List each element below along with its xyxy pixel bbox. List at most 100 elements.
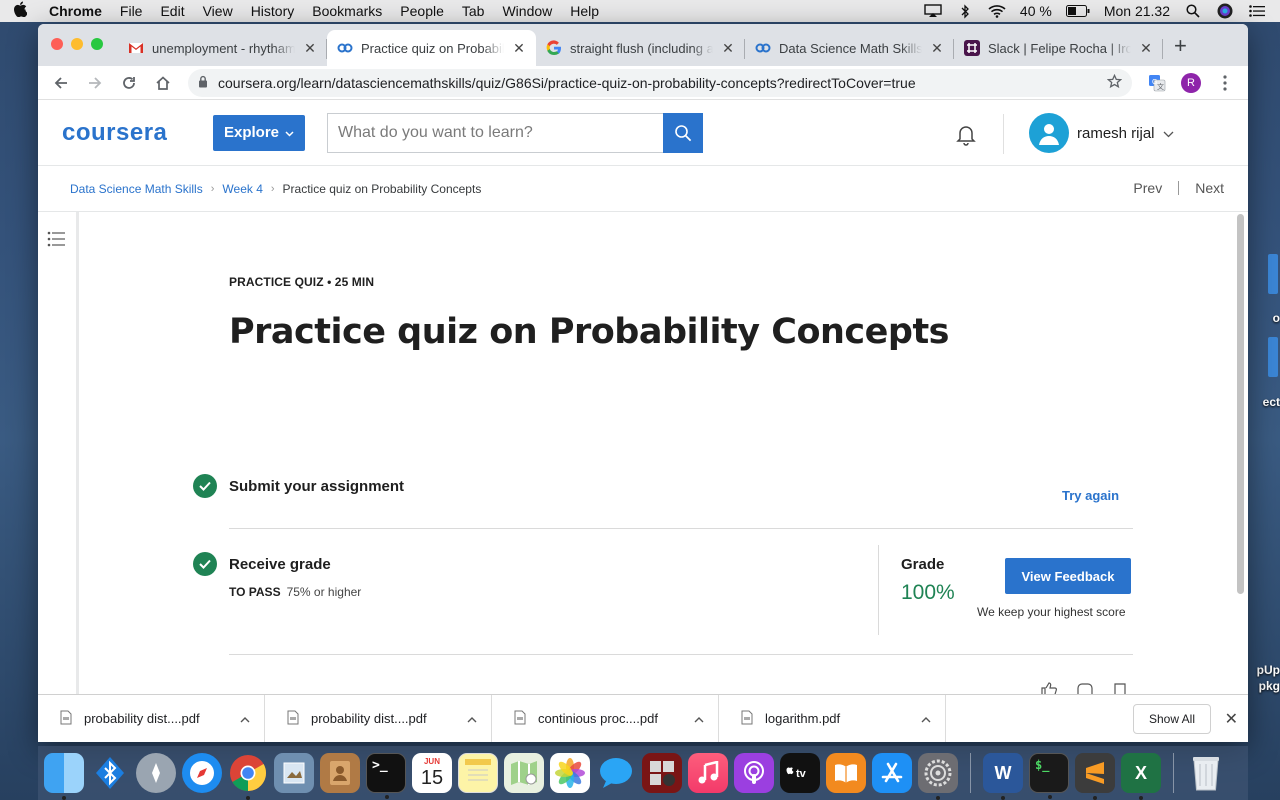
close-tab-icon[interactable]: ✕ bbox=[512, 40, 526, 57]
close-shelf-icon[interactable]: ✕ bbox=[1225, 709, 1238, 729]
back-button[interactable] bbox=[46, 69, 76, 97]
trash-icon[interactable] bbox=[1186, 753, 1226, 793]
breadcrumb-course[interactable]: Data Science Math Skills bbox=[70, 182, 203, 196]
close-tab-icon[interactable]: ✕ bbox=[1139, 40, 1153, 57]
calendar-icon[interactable]: JUN 15 bbox=[412, 753, 452, 793]
chevron-up-icon[interactable] bbox=[694, 712, 704, 726]
tab-slack[interactable]: Slack | Felipe Rocha | Iron ✕ bbox=[954, 30, 1163, 66]
maps-icon[interactable] bbox=[504, 753, 544, 793]
books-icon[interactable] bbox=[826, 753, 866, 793]
apple-menu-icon[interactable] bbox=[0, 1, 40, 21]
word-icon[interactable]: W bbox=[983, 753, 1023, 800]
chevron-up-icon[interactable] bbox=[921, 712, 931, 726]
close-tab-icon[interactable]: ✕ bbox=[930, 40, 944, 57]
photo-booth-icon[interactable] bbox=[642, 753, 682, 793]
chevron-up-icon[interactable] bbox=[240, 712, 250, 726]
download-item[interactable]: probability dist....pdf bbox=[38, 694, 265, 742]
tab-gmail[interactable]: unemployment - rhythami ✕ bbox=[118, 30, 327, 66]
minimize-window-button[interactable] bbox=[71, 38, 83, 50]
chrome-window: unemployment - rhythami ✕ Practice quiz … bbox=[38, 24, 1248, 742]
menu-people[interactable]: People bbox=[391, 3, 453, 19]
explore-button[interactable]: Explore bbox=[213, 114, 305, 151]
tab-google-search[interactable]: straight flush (including a ✕ bbox=[536, 30, 745, 66]
fullscreen-window-button[interactable] bbox=[91, 38, 103, 50]
breadcrumb-week[interactable]: Week 4 bbox=[222, 182, 262, 196]
tab-data-science-math[interactable]: Data Science Math Skills ✕ bbox=[745, 30, 954, 66]
notes-icon[interactable] bbox=[458, 753, 498, 793]
close-tab-icon[interactable]: ✕ bbox=[303, 40, 317, 57]
next-link[interactable]: Next bbox=[1195, 180, 1224, 196]
photos-icon[interactable] bbox=[550, 753, 590, 793]
coursera-logo[interactable]: coursera bbox=[62, 119, 213, 147]
terminal-app-icon[interactable]: $_ bbox=[1029, 753, 1069, 799]
bluetooth-app-icon[interactable] bbox=[90, 753, 130, 793]
chevron-up-icon[interactable] bbox=[467, 712, 477, 726]
music-icon[interactable] bbox=[688, 753, 728, 793]
pdf-file-icon bbox=[60, 710, 72, 728]
close-tab-icon[interactable]: ✕ bbox=[721, 40, 735, 57]
messages-icon[interactable] bbox=[596, 753, 636, 793]
table-of-contents-icon[interactable] bbox=[47, 230, 65, 253]
show-all-downloads-button[interactable]: Show All bbox=[1133, 704, 1211, 734]
app-store-icon[interactable] bbox=[872, 753, 912, 793]
menu-app-name[interactable]: Chrome bbox=[40, 3, 111, 19]
preview-app-icon[interactable] bbox=[274, 753, 314, 793]
bookmark-star-icon[interactable] bbox=[1106, 73, 1123, 92]
desktop-file-icon[interactable] bbox=[1268, 254, 1278, 294]
desktop-file-icon[interactable] bbox=[1268, 337, 1278, 377]
notification-center-icon[interactable] bbox=[1248, 4, 1266, 18]
profile-avatar[interactable]: R bbox=[1176, 69, 1206, 97]
terminal-icon[interactable]: >_ bbox=[366, 753, 406, 799]
tab-practice-quiz[interactable]: Practice quiz on Probabili ✕ bbox=[327, 30, 536, 66]
siri-icon[interactable] bbox=[1216, 3, 1234, 19]
download-item[interactable]: probability dist....pdf bbox=[265, 694, 492, 742]
wifi-icon[interactable] bbox=[988, 4, 1006, 18]
user-menu[interactable]: ramesh rijal bbox=[1029, 113, 1174, 153]
receive-grade-title: Receive grade bbox=[229, 556, 331, 573]
search-button[interactable] bbox=[663, 112, 703, 153]
menubar-clock[interactable]: Mon 21.32 bbox=[1104, 3, 1170, 19]
close-window-button[interactable] bbox=[51, 38, 63, 50]
translate-extension-icon[interactable]: G文 bbox=[1142, 69, 1172, 97]
chrome-icon[interactable] bbox=[228, 753, 268, 800]
finder-icon[interactable] bbox=[44, 753, 84, 800]
search-input[interactable]: What do you want to learn? bbox=[327, 112, 663, 153]
system-preferences-icon[interactable] bbox=[918, 753, 958, 800]
calendar-day: 15 bbox=[420, 767, 444, 789]
menu-edit[interactable]: Edit bbox=[151, 3, 193, 19]
download-item[interactable]: logarithm.pdf bbox=[719, 694, 946, 742]
menu-help[interactable]: Help bbox=[561, 3, 608, 19]
safari-icon[interactable] bbox=[182, 753, 222, 793]
launchpad-icon[interactable] bbox=[136, 753, 176, 793]
reload-button[interactable] bbox=[114, 69, 144, 97]
battery-icon[interactable] bbox=[1065, 4, 1090, 18]
download-item[interactable]: continious proc....pdf bbox=[492, 694, 719, 742]
airplay-icon[interactable] bbox=[924, 4, 942, 18]
podcasts-icon[interactable] bbox=[734, 753, 774, 793]
menu-view[interactable]: View bbox=[194, 3, 242, 19]
apple-tv-icon[interactable]: tv bbox=[780, 753, 820, 793]
url-text[interactable]: coursera.org/learn/datasciencemathskills… bbox=[218, 75, 1097, 91]
home-button[interactable] bbox=[148, 69, 178, 97]
menu-tab[interactable]: Tab bbox=[453, 3, 494, 19]
notifications-bell-icon[interactable] bbox=[954, 122, 978, 151]
address-bar[interactable]: coursera.org/learn/datasciencemathskills… bbox=[188, 68, 1132, 97]
spotlight-search-icon[interactable] bbox=[1184, 4, 1202, 18]
menu-file[interactable]: File bbox=[111, 3, 152, 19]
prev-link[interactable]: Prev bbox=[1133, 180, 1162, 196]
try-again-link[interactable]: Try again bbox=[1062, 488, 1119, 503]
contacts-icon[interactable] bbox=[320, 753, 360, 793]
lock-icon[interactable] bbox=[198, 75, 208, 91]
menu-window[interactable]: Window bbox=[493, 3, 561, 19]
forward-button[interactable] bbox=[80, 69, 110, 97]
sublime-text-icon[interactable] bbox=[1075, 753, 1115, 800]
new-tab-button[interactable]: + bbox=[1174, 35, 1187, 57]
bluetooth-icon[interactable] bbox=[956, 3, 974, 19]
chrome-menu-icon[interactable] bbox=[1210, 69, 1240, 97]
view-feedback-button[interactable]: View Feedback bbox=[1005, 558, 1131, 594]
excel-icon[interactable]: X bbox=[1121, 753, 1161, 800]
page-scrollbar[interactable] bbox=[1237, 214, 1244, 594]
menu-bookmarks[interactable]: Bookmarks bbox=[303, 3, 391, 19]
menu-history[interactable]: History bbox=[242, 3, 304, 19]
download-shelf: probability dist....pdf probability dist… bbox=[38, 694, 1248, 742]
